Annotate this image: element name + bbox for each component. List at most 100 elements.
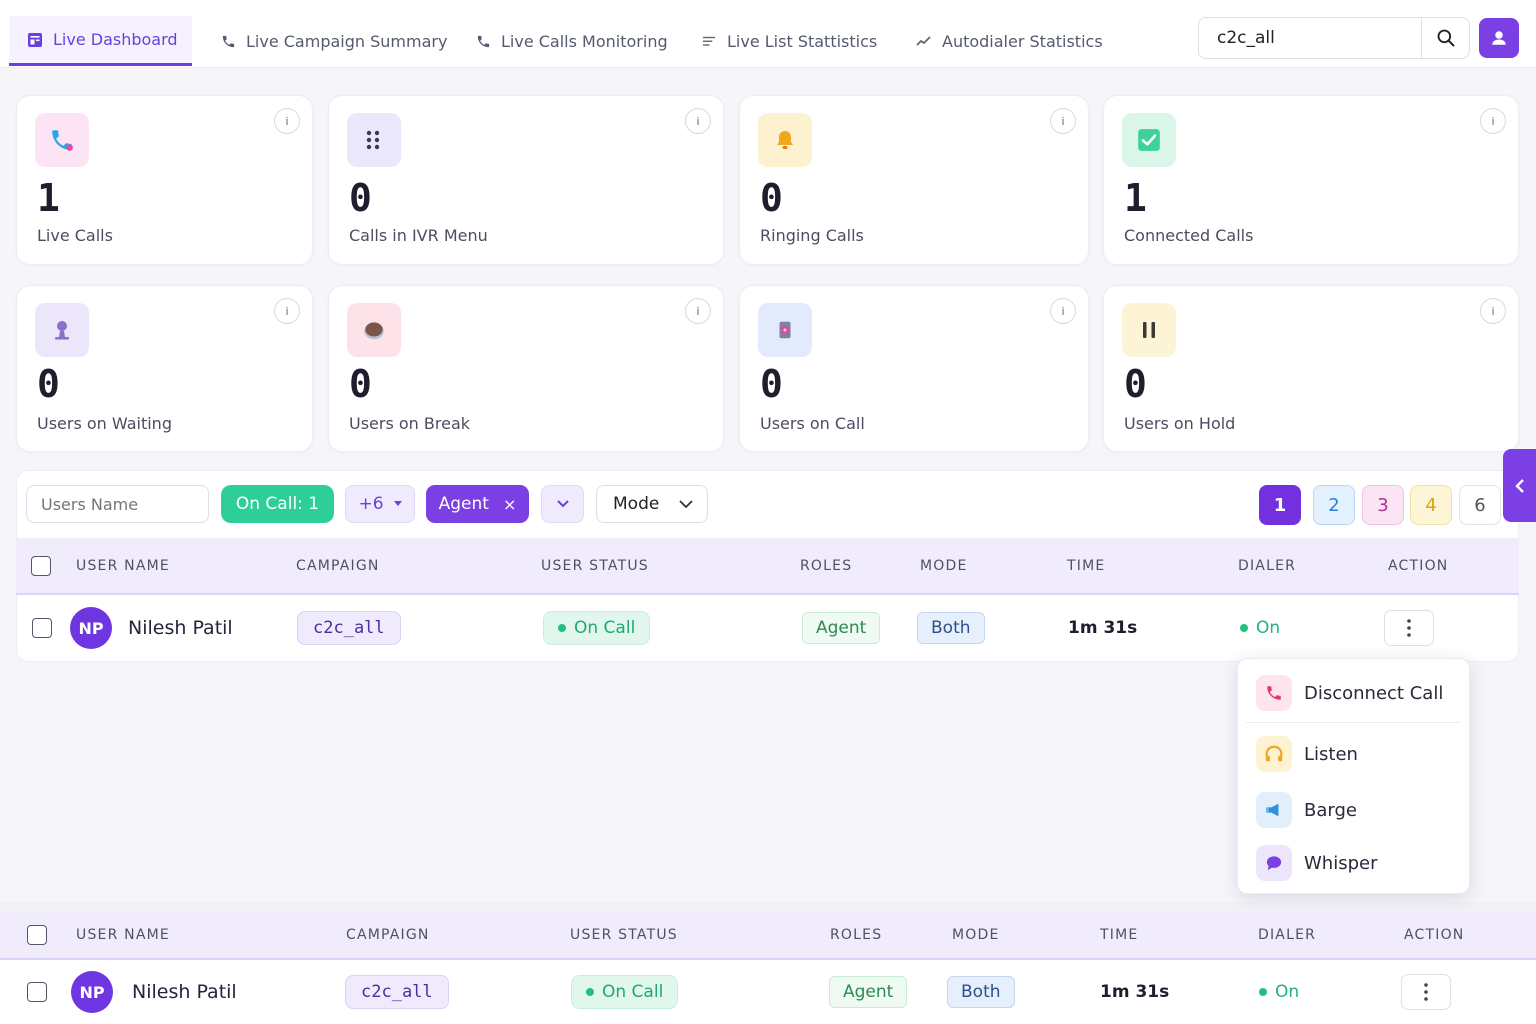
status-badge: On Call: [571, 975, 679, 1009]
tab-label: Live Dashboard: [53, 30, 178, 49]
action-cell: [1401, 960, 1451, 1024]
dialer-text: On: [1256, 618, 1281, 638]
stat-label: Live Calls: [37, 226, 113, 245]
tab-label: Live Calls Monitoring: [501, 31, 668, 51]
col-campaign[interactable]: CAMPAIGN: [296, 538, 380, 593]
agent-filter-chip[interactable]: Agent ×: [426, 485, 529, 523]
tab-label: Autodialer Statistics: [942, 31, 1103, 51]
user-icon: [1492, 31, 1506, 45]
tab-live-calls-monitoring[interactable]: Live Calls Monitoring: [476, 16, 668, 66]
col-user-status[interactable]: USER STATUS: [570, 912, 678, 958]
info-button[interactable]: i: [274, 108, 300, 134]
menu-item-barge[interactable]: Barge: [1256, 792, 1357, 828]
dialer-status: On: [1259, 982, 1299, 1002]
info-button[interactable]: i: [1050, 108, 1076, 134]
mode-select[interactable]: Mode: [596, 485, 708, 523]
menu-item-label: Barge: [1304, 799, 1357, 821]
more-filters-chip[interactable]: +6: [345, 485, 415, 523]
table-row[interactable]: NP Nilesh Patil c2c_all On Call Agent Bo…: [16, 595, 1519, 662]
time-value: 1m 31s: [1100, 982, 1170, 1002]
stat-label: Users on Call: [760, 414, 865, 433]
status-dot-icon: [586, 988, 594, 996]
select-all-checkbox[interactable]: [27, 925, 47, 945]
tab-live-dashboard[interactable]: Live Dashboard: [9, 16, 192, 66]
tab-autodialer-statistics[interactable]: Autodialer Statistics: [916, 16, 1103, 66]
menu-item-whisper[interactable]: Whisper: [1256, 845, 1378, 881]
info-button[interactable]: i: [1050, 298, 1076, 324]
col-mode[interactable]: MODE: [920, 538, 968, 593]
row-checkbox[interactable]: [27, 982, 47, 1002]
close-icon[interactable]: ×: [503, 495, 516, 514]
agent-filter-label: Agent: [438, 494, 489, 514]
col-user-status[interactable]: USER STATUS: [541, 538, 649, 593]
campaign-search: [1198, 17, 1470, 59]
users-name-input[interactable]: [27, 494, 197, 514]
col-roles[interactable]: ROLES: [800, 538, 852, 593]
page-button-4[interactable]: 4: [1410, 485, 1452, 525]
stat-value: 1: [37, 176, 60, 220]
section-divider: [0, 902, 1536, 912]
page-button-1[interactable]: 1: [1259, 485, 1301, 525]
dialer-status: On: [1240, 618, 1280, 638]
time-cell: 1m 31s: [1068, 595, 1137, 661]
user-menu-button[interactable]: [1479, 18, 1519, 58]
row-actions-menu: Disconnect Call Listen Barge Whisper: [1237, 658, 1470, 894]
megaphone-icon: [1256, 792, 1292, 828]
col-user-name[interactable]: USER NAME: [76, 912, 170, 958]
col-user-name[interactable]: USER NAME: [76, 538, 170, 593]
caret-down-icon: [393, 501, 402, 506]
row-checkbox[interactable]: [32, 618, 52, 638]
info-button[interactable]: i: [685, 298, 711, 324]
campaign-tag: c2c_all: [297, 611, 401, 645]
dialer-dot-icon: [1240, 624, 1248, 632]
filter-dropdown-toggle[interactable]: [541, 485, 584, 523]
mode-select-label: Mode: [613, 494, 660, 514]
col-dialer[interactable]: DIALER: [1238, 538, 1296, 593]
search-button[interactable]: [1421, 18, 1469, 58]
stat-value: 0: [349, 362, 372, 406]
info-button[interactable]: i: [685, 108, 711, 134]
row-select-cell: [27, 960, 47, 1024]
col-campaign[interactable]: CAMPAIGN: [346, 912, 430, 958]
select-all-checkbox[interactable]: [31, 555, 51, 576]
dashboard-icon: [28, 32, 42, 47]
user-name: Nilesh Patil: [128, 617, 233, 639]
mode-badge: Both: [917, 612, 985, 644]
dialer-text: On: [1275, 982, 1300, 1002]
phone-hangup-icon: [1256, 675, 1292, 711]
table-row[interactable]: NP Nilesh Patil c2c_all On Call Agent Bo…: [0, 960, 1536, 1024]
status-text: On Call: [574, 618, 636, 638]
info-button[interactable]: i: [274, 298, 300, 324]
dialer-cell: On: [1240, 595, 1280, 661]
stat-card-users-hold: i 0 Users on Hold: [1103, 285, 1519, 452]
info-button[interactable]: i: [1480, 108, 1506, 134]
col-dialer[interactable]: DIALER: [1258, 912, 1316, 958]
col-action[interactable]: ACTION: [1404, 912, 1464, 958]
col-mode[interactable]: MODE: [952, 912, 1000, 958]
menu-item-label: Whisper: [1304, 852, 1378, 874]
menu-item-listen[interactable]: Listen: [1256, 736, 1358, 772]
collapse-panel-button[interactable]: [1503, 449, 1536, 522]
campaign-search-input[interactable]: [1199, 18, 1421, 58]
row-actions-button[interactable]: [1384, 610, 1434, 646]
status-cell: On Call: [571, 960, 679, 1024]
col-time[interactable]: TIME: [1100, 912, 1138, 958]
row-actions-button[interactable]: [1401, 974, 1451, 1010]
campaign-tag: c2c_all: [345, 975, 449, 1009]
page-button-6[interactable]: 6: [1459, 485, 1501, 525]
check-icon: [1122, 113, 1176, 167]
page-button-2[interactable]: 2: [1313, 485, 1355, 525]
page-button-3[interactable]: 3: [1362, 485, 1404, 525]
stat-label: Connected Calls: [1124, 226, 1254, 245]
info-button[interactable]: i: [1480, 298, 1506, 324]
stat-value: 0: [37, 362, 60, 406]
col-roles[interactable]: ROLES: [830, 912, 882, 958]
stat-card-ringing-calls: i 0 Ringing Calls: [739, 95, 1089, 265]
tab-live-list-statistics[interactable]: Live List Stattistics: [702, 16, 877, 66]
menu-item-disconnect-call[interactable]: Disconnect Call: [1256, 675, 1443, 711]
col-action[interactable]: ACTION: [1388, 538, 1448, 593]
on-call-filter-chip[interactable]: On Call: 1: [221, 485, 334, 523]
col-time[interactable]: TIME: [1067, 538, 1105, 593]
tab-live-campaign-summary[interactable]: Live Campaign Summary: [221, 16, 447, 66]
trend-icon: [916, 36, 931, 46]
